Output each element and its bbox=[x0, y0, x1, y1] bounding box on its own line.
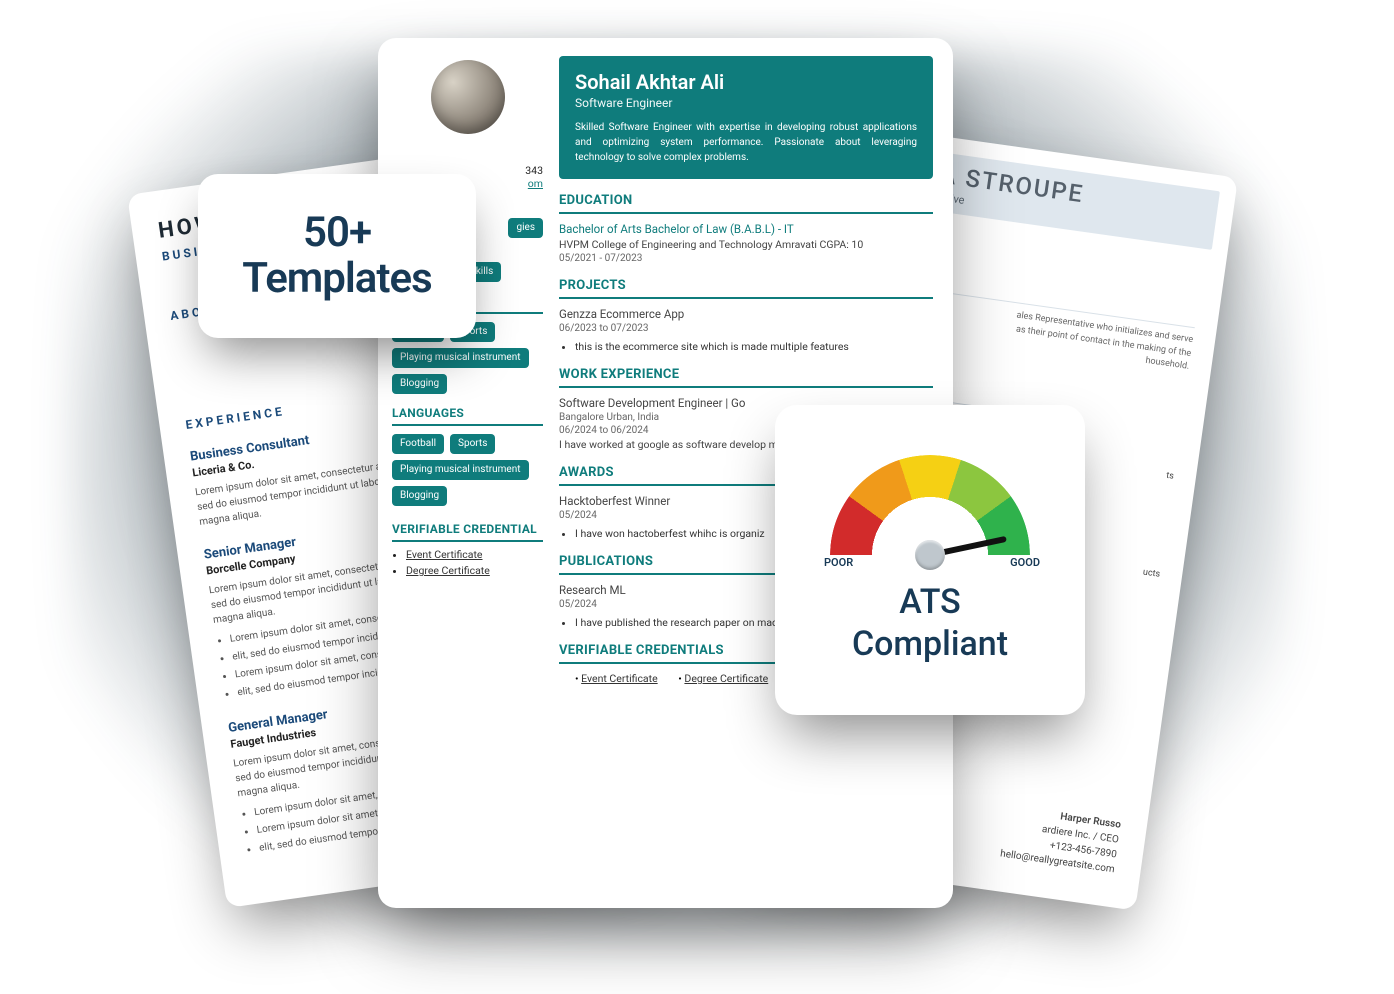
chip: Football bbox=[392, 434, 444, 454]
chip: gies bbox=[508, 218, 543, 238]
right-reference-block: Harper Russo ardiere Inc. / CEO +123-456… bbox=[999, 802, 1122, 877]
gauge-label-poor: POOR bbox=[824, 556, 853, 569]
section-work: WORK EXPERIENCE bbox=[559, 367, 933, 388]
ats-caption: ATS Compliant bbox=[852, 581, 1008, 666]
chip: Blogging bbox=[392, 486, 447, 506]
languages-chips: Football Sports Playing musical instrume… bbox=[392, 434, 543, 506]
section-verifiable-left: VERIFIABLE CREDENTIAL bbox=[392, 522, 543, 542]
proj-bullets: this is the ecommerce site which is made… bbox=[575, 340, 933, 353]
gauge-label-good: GOOD bbox=[1010, 556, 1040, 569]
vc-link[interactable]: Event Certificate bbox=[581, 672, 658, 685]
badge-ats-compliant: POOR GOOD ATS Compliant bbox=[775, 405, 1085, 715]
hero-summary: Skilled Software Engineer with expertise… bbox=[575, 120, 917, 165]
templates-line2: Templates bbox=[242, 256, 431, 302]
badge-templates-count: 50+ Templates bbox=[198, 174, 476, 338]
proj-dates: 06/2023 to 07/2023 bbox=[559, 323, 933, 334]
avatar bbox=[431, 60, 505, 134]
proj-title: Genzza Ecommerce App bbox=[559, 307, 933, 321]
templates-line1: 50+ bbox=[303, 210, 371, 256]
hero-name: Sohail Akhtar Ali bbox=[575, 70, 917, 94]
ats-gauge: POOR GOOD bbox=[830, 455, 1030, 565]
vc-list-left: Event Certificate Degree Certificate bbox=[406, 548, 543, 577]
chip: Blogging bbox=[392, 374, 447, 394]
vc-link[interactable]: Event Certificate bbox=[406, 548, 543, 561]
section-languages: LANGUAGES bbox=[392, 406, 543, 426]
hero-role: Software Engineer bbox=[575, 96, 917, 110]
center-left-column: 343 om gies Graphic Design Skills INTERE… bbox=[378, 38, 553, 908]
hero-block: Sohail Akhtar Ali Software Engineer Skil… bbox=[559, 56, 933, 179]
chip: Sports bbox=[450, 434, 495, 454]
edu-degree: Bachelor of Arts Bachelor of Law (B.A.B.… bbox=[559, 222, 933, 236]
section-education: EDUCATION bbox=[559, 193, 933, 214]
composition-stage: HOWARD ONG BUSINESS CONSULTANT ABOUT EXP… bbox=[0, 0, 1394, 994]
chip: Playing musical instrument bbox=[392, 348, 529, 368]
vc-link[interactable]: Degree Certificate bbox=[684, 672, 768, 685]
edu-school: HVPM College of Engineering and Technolo… bbox=[559, 238, 933, 251]
edu-dates: 05/2021 - 07/2023 bbox=[559, 253, 933, 264]
chip: Playing musical instrument bbox=[392, 460, 529, 480]
vc-link[interactable]: Degree Certificate bbox=[406, 564, 543, 577]
section-projects: PROJECTS bbox=[559, 278, 933, 299]
gauge-hub bbox=[915, 540, 945, 570]
